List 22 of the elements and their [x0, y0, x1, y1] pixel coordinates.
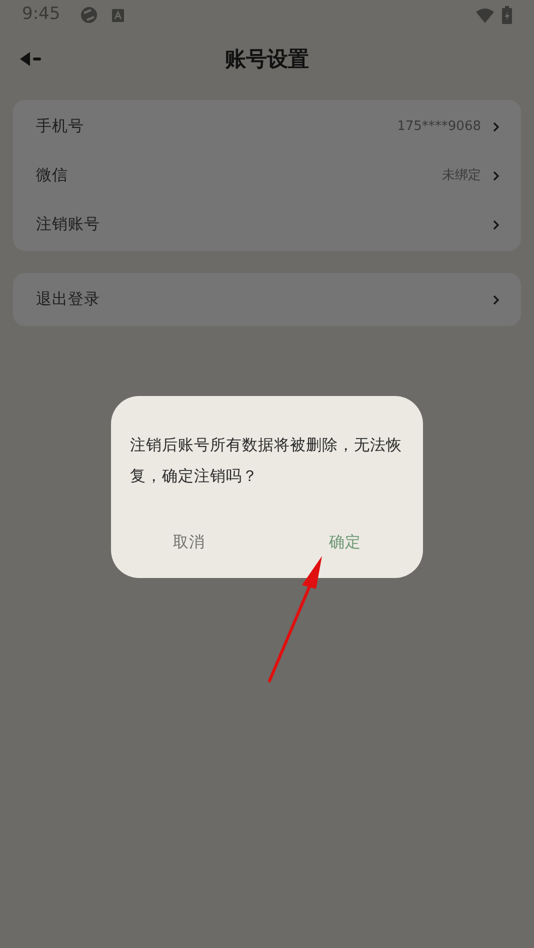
text-icon — [112, 8, 124, 22]
row-label: 微信 — [36, 164, 69, 186]
settings-row[interactable]: 手机号 175****9068 — [13, 102, 521, 151]
chevron-icon — [493, 294, 499, 304]
back-icon[interactable] — [20, 52, 41, 66]
chevron-icon — [493, 122, 499, 132]
chevron-icon — [493, 170, 499, 180]
settings-row[interactable]: 注销账号 — [13, 200, 521, 249]
dialog-message: 注销后账号所有数据将被删除，无法恢复，确定注销吗？ — [130, 435, 403, 487]
settings-row[interactable]: 微信 未绑定 — [13, 151, 521, 200]
cancel-button[interactable]: 取消 — [111, 530, 267, 554]
confirm-button[interactable]: 确定 — [267, 530, 423, 554]
row-value: 175****9068 — [397, 118, 481, 136]
settings-row[interactable]: 退出登录 — [13, 275, 521, 324]
row-label: 手机号 — [36, 116, 85, 137]
battery-icon — [502, 6, 512, 24]
row-value: 未绑定 — [442, 166, 481, 185]
row-label: 注销账号 — [36, 214, 101, 235]
chevron-icon — [493, 220, 499, 230]
row-label: 退出登录 — [36, 288, 101, 310]
wifi-icon — [476, 8, 494, 22]
page-title: 账号设置 — [225, 46, 309, 74]
